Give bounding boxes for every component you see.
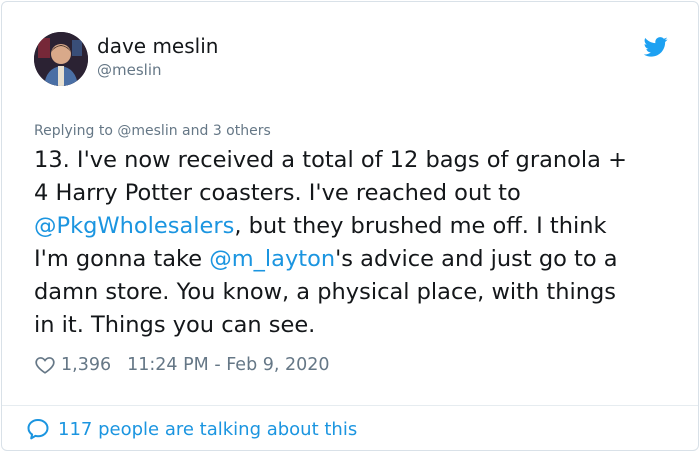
speech-bubble-icon bbox=[27, 419, 49, 440]
mention-link[interactable]: @m_layton bbox=[209, 246, 335, 272]
tweet-card: dave meslin @meslin Replying to @meslin … bbox=[1, 1, 699, 451]
tweet-text-line: 4 Harry Potter coasters. I've reached ou… bbox=[34, 177, 684, 210]
tweet-text-segment: in it. Things you can see. bbox=[34, 312, 316, 338]
tweet-text-line: @PkgWholesalers, but they brushed me off… bbox=[34, 210, 684, 243]
tweet-text-line: in it. Things you can see. bbox=[34, 309, 684, 342]
tweet-text-line: damn store. You know, a physical place, … bbox=[34, 276, 684, 309]
tweet-text-line: 13. I've now received a total of 12 bags… bbox=[34, 144, 684, 177]
tweet-text-segment: I'm gonna take bbox=[34, 246, 210, 272]
conversation-link[interactable]: 117 people are talking about this bbox=[26, 415, 357, 443]
conversation-count-text: 117 people are talking about this bbox=[58, 418, 358, 440]
tweet-meta: 1,396 11:24 PM - Feb 9, 2020 bbox=[34, 352, 330, 378]
author-name[interactable]: dave meslin bbox=[97, 34, 218, 58]
tweet-text-segment: , but they brushed me off. I think bbox=[234, 213, 607, 239]
tweet-text: 13. I've now received a total of 12 bags… bbox=[34, 144, 684, 342]
tweet-text-line: I'm gonna take @m_layton's advice and ju… bbox=[34, 243, 684, 276]
like-count[interactable]: 1,396 bbox=[61, 355, 111, 375]
twitter-bird-icon[interactable] bbox=[644, 36, 668, 58]
tweet-timestamp[interactable]: 11:24 PM - Feb 9, 2020 bbox=[127, 355, 329, 375]
avatar[interactable] bbox=[34, 32, 88, 86]
tweet-text-segment: 's advice and just go to a bbox=[335, 246, 618, 272]
divider bbox=[2, 405, 698, 406]
tweet-text-segment: 4 Harry Potter coasters. I've reached ou… bbox=[34, 180, 521, 206]
tweet-text-segment: damn store. You know, a physical place, … bbox=[34, 279, 616, 305]
tweet-text-segment: 13. I've now received a total of 12 bags… bbox=[34, 147, 627, 173]
reply-context[interactable]: Replying to @meslin and 3 others bbox=[34, 121, 271, 141]
heart-icon[interactable] bbox=[34, 354, 56, 376]
mention-link[interactable]: @PkgWholesalers bbox=[34, 213, 234, 239]
avatar-photo bbox=[34, 32, 88, 86]
author-handle[interactable]: @meslin bbox=[97, 60, 162, 80]
